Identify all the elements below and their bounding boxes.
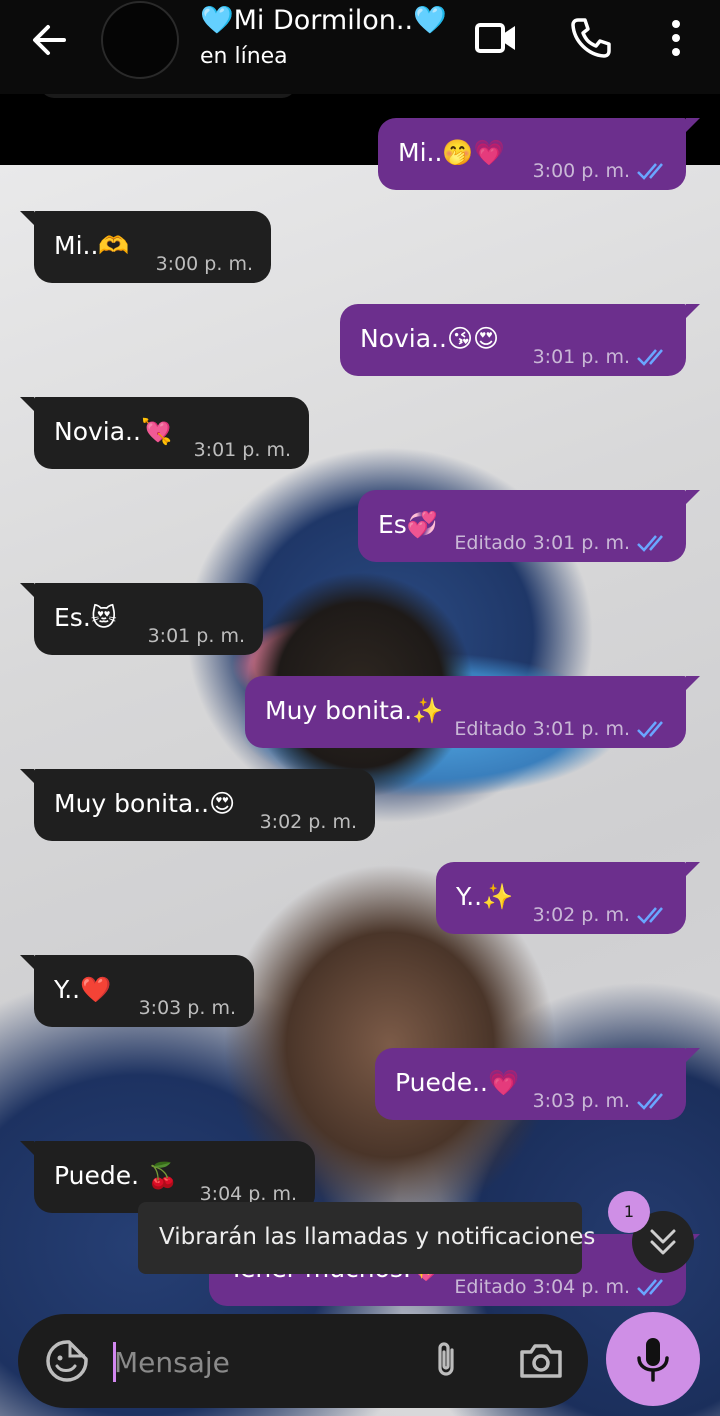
voice-call-button[interactable] (566, 14, 614, 62)
message-text: Mi..🫶 (54, 231, 130, 260)
message-bubble[interactable]: Mi..🤭💗 3:00 p. m. (378, 118, 700, 190)
message-bubble[interactable]: Es.😻 3:01 p. m. (20, 583, 263, 655)
back-button[interactable] (24, 16, 72, 64)
message-text: Novia..😘😍 (360, 324, 500, 353)
message-bubble[interactable]: Puede..💗 3:03 p. m. (375, 1048, 700, 1120)
message-time: 3:03 p. m. (532, 1090, 630, 1112)
message-text: Puede..💗 (395, 1068, 520, 1097)
message-text: Es.😻 (54, 603, 117, 632)
message-time: 3:01 p. m. (147, 625, 245, 647)
message-time: 3:03 p. m. (138, 997, 236, 1019)
double-check-icon (637, 907, 663, 924)
double-check-icon (637, 535, 663, 552)
message-time: 3:00 p. m. (532, 160, 630, 182)
back-arrow-icon (33, 25, 66, 55)
message-text: Puede. 🍒 (54, 1161, 179, 1190)
camera-button[interactable] (516, 1338, 566, 1384)
vibrate-snackbar: Vibrarán las llamadas y notificaciones (138, 1202, 595, 1274)
message-input[interactable] (112, 1336, 406, 1388)
message-time: 3:00 p. m. (155, 253, 253, 275)
phone-icon (571, 18, 611, 58)
edited-label: Editado (454, 1276, 527, 1298)
message-time: 3:02 p. m. (259, 811, 357, 833)
edited-label: Editado (454, 532, 527, 554)
chat-header: 🩵Mi Dormilon..🩵 en línea (0, 0, 720, 94)
more-vert-icon (672, 20, 680, 56)
camera-icon (520, 1344, 562, 1378)
message-time: 3:01 p. m. (532, 346, 630, 368)
attach-button[interactable] (424, 1338, 470, 1384)
unread-count-badge: 1 (608, 1191, 650, 1233)
message-composer (18, 1314, 588, 1408)
sticker-button[interactable] (44, 1338, 90, 1384)
attach-icon (438, 1342, 454, 1376)
contact-status: en línea (200, 44, 288, 69)
video-call-button[interactable] (472, 14, 520, 62)
contact-avatar[interactable] (101, 1, 179, 79)
message-bubble[interactable]: Mi..🫶 3:00 p. m. (20, 211, 271, 283)
message-time: 3:04 p. m. (532, 1276, 630, 1298)
message-time: 3:01 p. m. (532, 718, 630, 740)
message-text: Muy bonita..😍 (54, 789, 236, 818)
message-time: 3:01 p. m. (532, 532, 630, 554)
message-time: 3:02 p. m. (532, 904, 630, 926)
double-check-icon (637, 163, 663, 180)
more-options-button[interactable] (652, 14, 700, 62)
message-text: Mi..🤭💗 (398, 138, 505, 167)
message-text: Y..❤️ (54, 975, 112, 1004)
double-check-icon (637, 721, 663, 738)
sticker-icon (46, 1340, 88, 1382)
message-bubble[interactable]: Y..❤️ 3:03 p. m. (20, 955, 254, 1027)
message-text: Novia..💘 (54, 417, 173, 446)
double-check-icon (637, 1093, 663, 1110)
mic-icon (637, 1338, 669, 1382)
message-bubble[interactable]: Es💞 Editado 3:01 p. m. (358, 490, 700, 562)
message-bubble[interactable]: Muy bonita.✨ Editado 3:01 p. m. (245, 676, 700, 748)
message-bubble[interactable]: Muy bonita..😍 3:02 p. m. (20, 769, 375, 841)
message-text: Muy bonita.✨ (265, 696, 444, 725)
double-check-icon (637, 1279, 663, 1296)
message-text: Y..✨ (456, 882, 514, 911)
contact-name[interactable]: 🩵Mi Dormilon..🩵 (200, 4, 447, 36)
message-bubble[interactable]: Y..✨ 3:02 p. m. (436, 862, 700, 934)
message-text: Es💞 (378, 510, 438, 539)
double-check-icon (637, 349, 663, 366)
message-bubble[interactable]: Novia..😘😍 3:01 p. m. (340, 304, 700, 376)
message-time: 3:01 p. m. (193, 439, 291, 461)
message-bubble[interactable]: Novia..💘 3:01 p. m. (20, 397, 309, 469)
video-call-icon (475, 23, 515, 53)
edited-label: Editado (454, 718, 527, 740)
voice-record-button[interactable] (606, 1312, 700, 1406)
